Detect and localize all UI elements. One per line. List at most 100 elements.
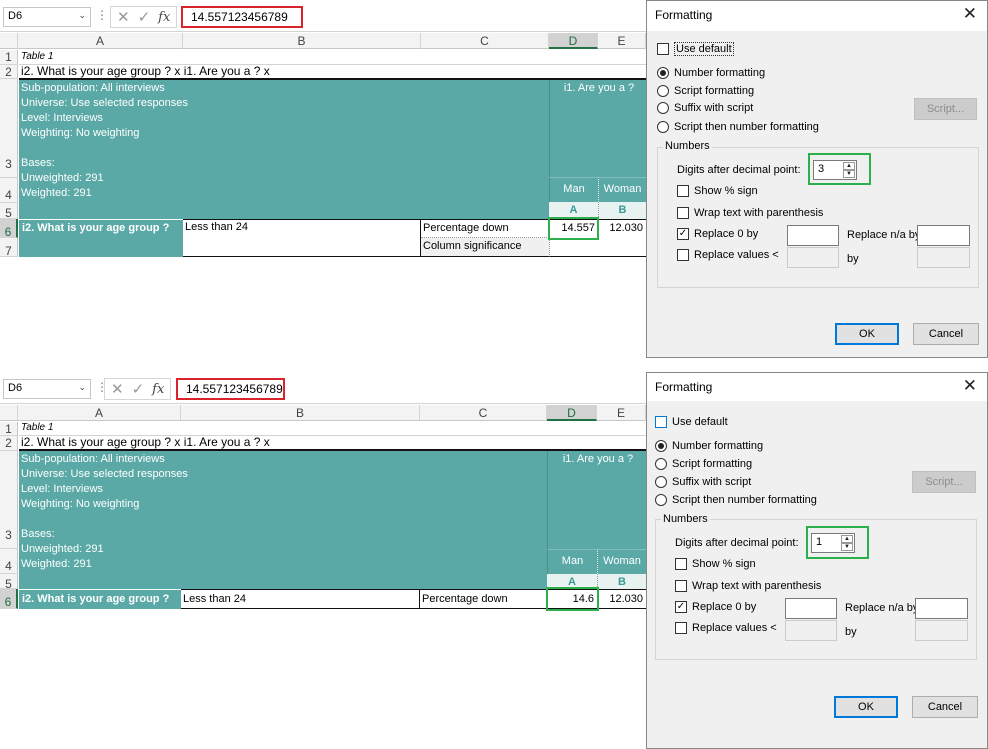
checkbox-box[interactable] <box>657 43 669 55</box>
category-cell[interactable]: Less than 24 <box>181 589 420 609</box>
stat-cell-percentage[interactable]: Percentage down <box>421 219 549 238</box>
select-all-corner[interactable] <box>0 405 18 421</box>
row-header-7[interactable]: 7 <box>0 238 18 258</box>
check-icon[interactable]: ✓ <box>138 8 151 26</box>
ok-button[interactable]: OK <box>835 323 899 345</box>
fx-icon[interactable]: fx <box>158 10 170 25</box>
radio-button[interactable] <box>655 476 667 488</box>
close-icon[interactable]: ✕ <box>963 376 977 396</box>
checkbox-box[interactable] <box>677 249 689 261</box>
replace-zero-checkbox[interactable]: ✓ Replace 0 by <box>675 601 756 613</box>
replace-values-by-input[interactable] <box>915 620 968 641</box>
radio-selected[interactable] <box>655 440 667 452</box>
script-button[interactable]: Script... <box>912 471 976 493</box>
checkbox-box[interactable] <box>675 580 687 592</box>
cancel-button[interactable]: Cancel <box>912 696 978 718</box>
row-header-1[interactable]: 1 <box>0 422 18 436</box>
radio-number-formatting[interactable]: Number formatting <box>657 67 765 79</box>
fx-icon[interactable]: fx <box>152 382 164 397</box>
column-header-a[interactable]: A <box>18 33 183 49</box>
checkbox-checked[interactable]: ✓ <box>675 601 687 613</box>
replace-na-input[interactable] <box>917 225 970 246</box>
checkbox-checked[interactable]: ✓ <box>677 228 689 240</box>
replace-zero-checkbox[interactable]: ✓ Replace 0 by <box>677 228 758 240</box>
radio-script-formatting[interactable]: Script formatting <box>655 458 752 470</box>
significance-empty-cell[interactable] <box>549 238 646 257</box>
stat-cell-significance[interactable]: Column significance <box>421 238 549 257</box>
radio-suffix-with-script[interactable]: Suffix with script <box>655 476 751 488</box>
replace-values-checkbox[interactable]: Replace values < <box>675 622 777 634</box>
table-title-cell[interactable]: Table 1 <box>19 50 184 65</box>
radio-button[interactable] <box>657 102 669 114</box>
column-header-d[interactable]: D <box>547 405 597 421</box>
use-default-checkbox[interactable]: Use default <box>655 416 728 428</box>
column-header-d[interactable]: D <box>549 33 598 49</box>
chevron-down-icon[interactable]: ⌄ <box>78 10 86 21</box>
row-header-3[interactable]: 3 <box>0 451 18 549</box>
radio-number-formatting[interactable]: Number formatting <box>655 440 763 452</box>
column-header-b[interactable]: B <box>183 33 421 49</box>
formula-input[interactable]: 14.557123456789 <box>176 378 285 400</box>
stat-cell-percentage[interactable]: Percentage down <box>420 589 547 609</box>
letter-b[interactable]: B <box>597 574 646 589</box>
name-box[interactable]: D6 ⌄ <box>3 7 91 27</box>
row-label-cell[interactable]: i2. What is your age group ? <box>19 219 183 257</box>
check-icon[interactable]: ✓ <box>132 380 145 398</box>
formula-input[interactable]: 14.557123456789 <box>181 6 303 28</box>
row-header-3[interactable]: 3 <box>0 79 18 178</box>
info-block[interactable]: Sub-population: All interviews Universe:… <box>19 80 549 219</box>
row-header-2[interactable]: 2 <box>0 65 18 79</box>
checkbox-box[interactable] <box>677 185 689 197</box>
radio-suffix-with-script[interactable]: Suffix with script <box>657 102 753 114</box>
x-icon[interactable]: ✕ <box>117 8 130 26</box>
row-header-2[interactable]: 2 <box>0 436 18 451</box>
checkbox-box[interactable] <box>675 558 687 570</box>
value-cell-e6[interactable]: 12.030 <box>598 219 646 238</box>
radio-button[interactable] <box>657 121 669 133</box>
column-header-c[interactable]: C <box>420 405 547 421</box>
select-all-corner[interactable] <box>0 33 18 49</box>
use-default-checkbox[interactable]: Use default <box>657 42 734 56</box>
man-header[interactable]: Man <box>549 177 598 202</box>
letter-b[interactable]: B <box>598 202 646 219</box>
woman-header[interactable]: Woman <box>597 549 646 574</box>
column-header-b[interactable]: B <box>181 405 420 421</box>
radio-button[interactable] <box>655 494 667 506</box>
replace-zero-input[interactable] <box>787 225 839 246</box>
question-cell[interactable]: i2. What is your age group ? x i1. Are y… <box>19 435 419 450</box>
banner-cell[interactable]: i1. Are you a ? <box>547 451 646 549</box>
info-block[interactable]: Sub-population: All interviews Universe:… <box>19 451 547 589</box>
column-header-e[interactable]: E <box>598 33 646 49</box>
checkbox-box[interactable] <box>655 416 667 428</box>
name-box[interactable]: D6 ⌄ <box>3 379 91 399</box>
row-header-6[interactable]: 6 <box>0 219 18 239</box>
radio-button[interactable] <box>655 458 667 470</box>
replace-na-input[interactable] <box>915 598 968 619</box>
chevron-down-icon[interactable]: ⌄ <box>78 382 86 393</box>
ok-button[interactable]: OK <box>834 696 898 718</box>
row-header-4[interactable]: 4 <box>0 178 18 203</box>
question-cell[interactable]: i2. What is your age group ? x i1. Are y… <box>19 64 419 79</box>
replace-values-threshold[interactable] <box>785 620 837 641</box>
radio-script-then-number[interactable]: Script then number formatting <box>655 494 817 506</box>
row-header-1[interactable]: 1 <box>0 50 18 65</box>
replace-zero-input[interactable] <box>785 598 837 619</box>
replace-values-by-input[interactable] <box>917 247 970 268</box>
x-icon[interactable]: ✕ <box>111 380 124 398</box>
row-header-6[interactable]: 6 <box>0 589 18 609</box>
banner-cell[interactable]: i1. Are you a ? <box>549 80 646 177</box>
checkbox-box[interactable] <box>677 207 689 219</box>
column-header-a[interactable]: A <box>18 405 181 421</box>
column-header-c[interactable]: C <box>421 33 549 49</box>
table-title-cell[interactable]: Table 1 <box>19 421 184 436</box>
row-label-cell[interactable]: i2. What is your age group ? <box>19 589 181 609</box>
radio-selected[interactable] <box>657 67 669 79</box>
show-percent-checkbox[interactable]: Show % sign <box>677 185 758 197</box>
value-cell-e6[interactable]: 12.030 <box>597 589 646 609</box>
woman-header[interactable]: Woman <box>598 177 646 202</box>
cancel-button[interactable]: Cancel <box>913 323 979 345</box>
checkbox-box[interactable] <box>675 622 687 634</box>
close-icon[interactable]: ✕ <box>963 4 977 24</box>
replace-values-checkbox[interactable]: Replace values < <box>677 249 779 261</box>
script-button[interactable]: Script... <box>914 98 977 120</box>
